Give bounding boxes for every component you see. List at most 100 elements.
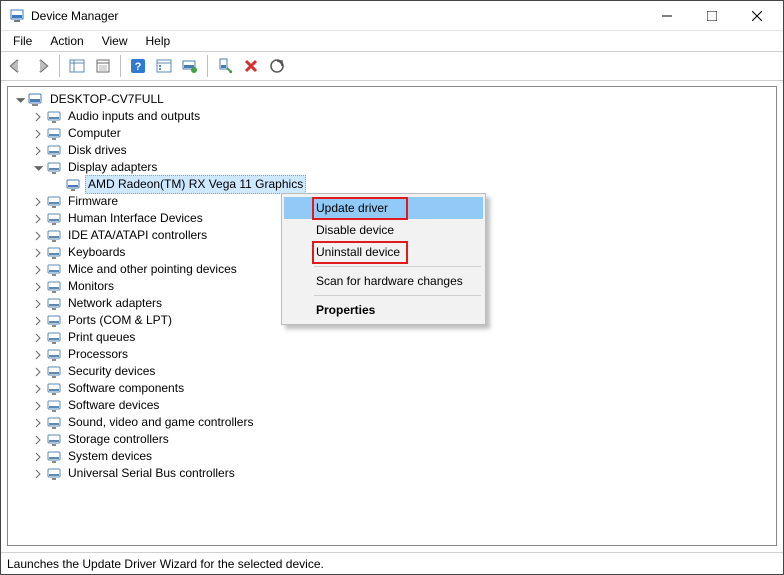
enable-device-button[interactable] <box>214 55 236 77</box>
category-icon <box>46 126 62 142</box>
expand-icon[interactable] <box>30 143 46 159</box>
expand-icon[interactable] <box>30 211 46 227</box>
tree-category-label: Storage controllers <box>65 431 172 448</box>
category-icon <box>46 296 62 312</box>
properties-button[interactable] <box>92 55 114 77</box>
menu-help[interactable]: Help <box>138 33 179 49</box>
help-button[interactable]: ? <box>127 55 149 77</box>
menu-file[interactable]: File <box>5 33 40 49</box>
tree-category-label: Disk drives <box>65 142 130 159</box>
show-hide-tree-button[interactable] <box>66 55 88 77</box>
tree-category-label: Processors <box>65 346 131 363</box>
tree-device[interactable]: AMD Radeon(TM) RX Vega 11 Graphics <box>10 176 774 193</box>
expand-icon[interactable] <box>30 228 46 244</box>
context-menu-item[interactable]: Uninstall device <box>284 241 483 263</box>
tree-root-label: DESKTOP-CV7FULL <box>47 91 167 108</box>
category-icon <box>46 330 62 346</box>
tree-category-label: Mice and other pointing devices <box>65 261 240 278</box>
expand-icon[interactable] <box>30 364 46 380</box>
category-icon <box>46 228 62 244</box>
context-menu-item[interactable]: Disable device <box>284 219 483 241</box>
expand-icon[interactable] <box>30 160 46 176</box>
tree-category[interactable]: Audio inputs and outputs <box>10 108 774 125</box>
tree-category-label: Universal Serial Bus controllers <box>65 465 238 482</box>
toolbar-separator <box>207 55 208 77</box>
window-title: Device Manager <box>31 9 118 23</box>
expand-icon[interactable] <box>30 398 46 414</box>
category-icon <box>46 279 62 295</box>
menu-action[interactable]: Action <box>42 33 91 49</box>
tree-category[interactable]: Display adapters <box>10 159 774 176</box>
tree-category[interactable]: Universal Serial Bus controllers <box>10 465 774 482</box>
tree-category-label: Audio inputs and outputs <box>65 108 203 125</box>
tree-category[interactable]: System devices <box>10 448 774 465</box>
menu-view[interactable]: View <box>94 33 136 49</box>
tree-category[interactable]: Software components <box>10 380 774 397</box>
tree-category[interactable]: Software devices <box>10 397 774 414</box>
update-driver-button[interactable] <box>179 55 201 77</box>
expand-icon[interactable] <box>30 296 46 312</box>
tree-category[interactable]: Storage controllers <box>10 431 774 448</box>
menu-bar: File Action View Help <box>1 31 783 51</box>
tree-category[interactable]: Print queues <box>10 329 774 346</box>
context-menu-item[interactable]: Update driver <box>284 197 483 219</box>
property-sheet-button[interactable] <box>153 55 175 77</box>
tree-category[interactable]: Sound, video and game controllers <box>10 414 774 431</box>
category-icon <box>46 194 62 210</box>
expand-icon[interactable] <box>30 466 46 482</box>
category-icon <box>46 398 62 414</box>
category-icon <box>46 313 62 329</box>
tree-category-label: Security devices <box>65 363 158 380</box>
tree-category[interactable]: Security devices <box>10 363 774 380</box>
category-icon <box>46 347 62 363</box>
context-menu-item[interactable]: Scan for hardware changes <box>284 270 483 292</box>
close-button[interactable] <box>734 1 779 30</box>
expand-icon[interactable] <box>30 194 46 210</box>
category-icon <box>46 381 62 397</box>
uninstall-device-button[interactable] <box>240 55 262 77</box>
expand-icon[interactable] <box>30 262 46 278</box>
category-icon <box>46 262 62 278</box>
category-icon <box>46 415 62 431</box>
expand-icon[interactable] <box>30 313 46 329</box>
expand-icon[interactable] <box>30 415 46 431</box>
tree-category[interactable]: Processors <box>10 346 774 363</box>
expand-icon[interactable] <box>30 109 46 125</box>
tree-category[interactable]: Computer <box>10 125 774 142</box>
toolbar-separator <box>59 55 60 77</box>
scan-hardware-button[interactable] <box>266 55 288 77</box>
tree-category-label: IDE ATA/ATAPI controllers <box>65 227 210 244</box>
maximize-button[interactable] <box>689 1 734 30</box>
highlight-box <box>312 197 408 220</box>
expand-icon[interactable] <box>30 330 46 346</box>
expand-icon[interactable] <box>30 432 46 448</box>
context-menu: Update driverDisable deviceUninstall dev… <box>281 193 486 325</box>
expand-icon[interactable] <box>30 347 46 363</box>
expand-icon[interactable] <box>30 449 46 465</box>
category-icon <box>46 449 62 465</box>
tree-category[interactable]: Disk drives <box>10 142 774 159</box>
context-menu-item[interactable]: Properties <box>284 299 483 321</box>
context-menu-separator <box>314 266 481 267</box>
tree-category-label: Monitors <box>65 278 117 295</box>
app-icon <box>9 8 25 24</box>
expand-icon[interactable] <box>30 279 46 295</box>
expand-icon[interactable] <box>30 126 46 142</box>
minimize-button[interactable] <box>644 1 689 30</box>
category-icon <box>46 466 62 482</box>
back-button[interactable] <box>5 55 27 77</box>
tree-category-label: Computer <box>65 125 124 142</box>
tree-category-label: Print queues <box>65 329 138 346</box>
toolbar: ? <box>1 51 783 81</box>
expand-icon[interactable] <box>30 381 46 397</box>
tree-root[interactable]: DESKTOP-CV7FULL <box>10 91 774 108</box>
tree-category-label: Human Interface Devices <box>65 210 206 227</box>
category-icon <box>46 245 62 261</box>
tree-category-label: Software components <box>65 380 187 397</box>
device-icon <box>66 177 82 193</box>
forward-button[interactable] <box>31 55 53 77</box>
expand-icon[interactable] <box>30 245 46 261</box>
status-text: Launches the Update Driver Wizard for th… <box>7 557 324 571</box>
category-icon <box>46 432 62 448</box>
tree-category-label: Display adapters <box>65 159 160 176</box>
